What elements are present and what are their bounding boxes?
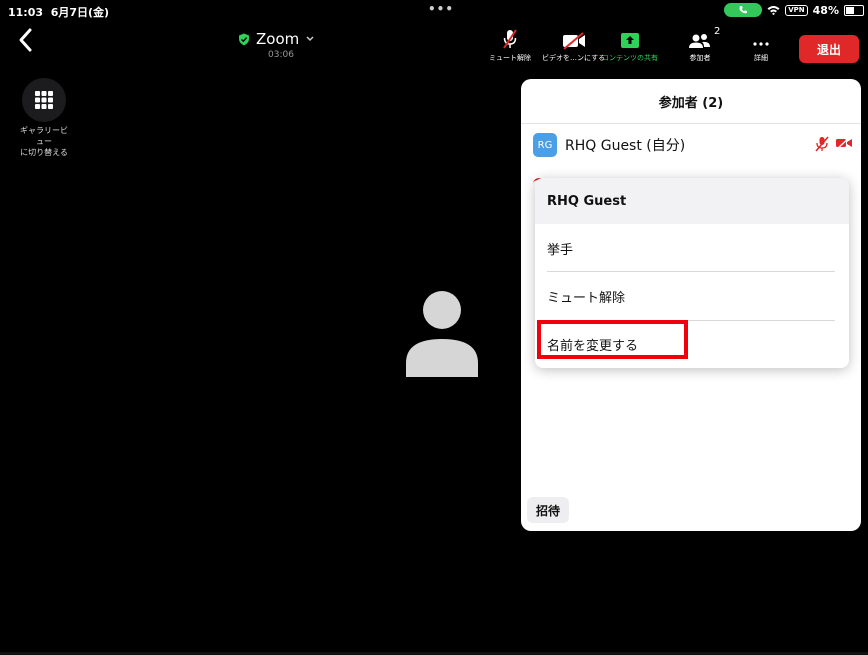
menu-title: RHQ Guest [535, 178, 849, 224]
panel-title: 参加者 (2) [521, 79, 861, 124]
more-label: 詳細 [754, 54, 768, 62]
raise-hand-item[interactable]: 挙手 [547, 224, 835, 272]
chevron-left-icon [19, 28, 32, 52]
meeting-toolbar: Zoom 03:06 ミュート解除 ビデオを…ンにする コンテンツの共有 2 参… [0, 20, 868, 66]
participants-button[interactable]: 2 参加者 [688, 26, 720, 63]
muted-mic-icon [815, 136, 829, 152]
participant-name: RHQ Guest (自分) [565, 138, 686, 154]
battery-percent: 48% [812, 3, 839, 17]
start-video-label: ビデオを…ンにする [542, 54, 606, 62]
multitask-dots-icon[interactable]: ••• [428, 2, 454, 16]
invite-button[interactable]: 招待 [527, 497, 569, 523]
participant-row-self[interactable]: RG RHQ Guest (自分) [533, 132, 853, 158]
participants-count: 2 [714, 26, 721, 37]
user-silhouette-icon [406, 291, 478, 377]
status-bar: 11:03 6月7日(金) ••• VPN 48% [0, 0, 868, 20]
more-dots-icon [753, 42, 769, 46]
participant-avatar: RG [533, 133, 557, 157]
status-time: 11:03 6月7日(金) [8, 6, 110, 19]
gallery-view-button[interactable] [22, 78, 66, 122]
gallery-view-label: ギャラリービ ュー に切り替える [20, 126, 68, 157]
muted-mic-icon [503, 29, 517, 49]
shield-check-icon [239, 33, 249, 45]
active-call-icon [724, 3, 763, 17]
wifi-icon [767, 6, 780, 15]
chevron-down-icon [306, 36, 314, 42]
share-content-label: コンテンツの共有 [602, 54, 658, 62]
meeting-title[interactable]: Zoom [238, 30, 315, 48]
highlight-box [537, 320, 688, 359]
share-screen-icon [621, 33, 639, 48]
unmute-button[interactable]: ミュート解除 [489, 28, 531, 63]
meeting-timer: 03:06 [268, 50, 294, 60]
video-off-icon [836, 136, 852, 150]
back-button[interactable] [14, 26, 38, 54]
participants-icon [689, 34, 710, 48]
more-button[interactable]: 詳細 [752, 28, 770, 63]
vpn-badge: VPN [785, 4, 808, 16]
video-off-icon [562, 32, 585, 50]
start-video-button[interactable]: ビデオを…ンにする [542, 28, 605, 63]
share-content-button[interactable]: コンテンツの共有 [602, 28, 658, 63]
leave-button[interactable]: 退出 [799, 35, 859, 63]
participants-label: 参加者 [689, 54, 711, 62]
unmute-item[interactable]: ミュート解除 [547, 272, 835, 320]
meeting-title-text: Zoom [256, 30, 300, 48]
battery-icon [844, 4, 864, 16]
unmute-label: ミュート解除 [489, 54, 531, 62]
grid-icon [35, 91, 53, 109]
